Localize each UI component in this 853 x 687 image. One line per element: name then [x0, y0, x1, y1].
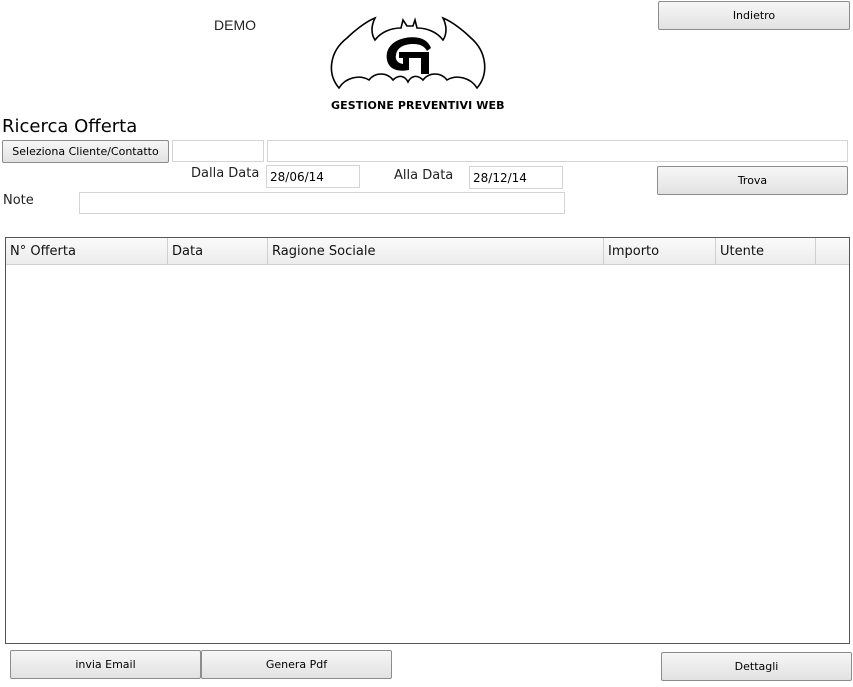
from-date-field[interactable] — [266, 165, 360, 188]
logo-caption: GESTIONE PREVENTIVI WEB — [331, 99, 505, 112]
back-button[interactable]: Indietro — [658, 1, 850, 30]
details-button[interactable]: Dettagli — [661, 652, 852, 681]
column-header-user[interactable]: Utente — [716, 238, 816, 264]
from-date-label: Dalla Data — [191, 166, 260, 181]
table-header: N° Offerta Data Ragione Sociale Importo … — [6, 238, 849, 265]
client-code-field[interactable] — [172, 140, 264, 162]
to-date-label: Alla Data — [394, 168, 454, 183]
demo-label: DEMO — [214, 17, 256, 33]
column-header-company-name[interactable]: Ragione Sociale — [268, 238, 604, 264]
find-button[interactable]: Trova — [657, 166, 848, 195]
select-client-button[interactable]: Seleziona Cliente/Contatto — [2, 140, 169, 163]
client-name-field[interactable] — [267, 140, 848, 162]
send-email-button[interactable]: invia Email — [10, 650, 201, 679]
column-header-filler — [816, 238, 849, 264]
results-table[interactable]: N° Offerta Data Ragione Sociale Importo … — [5, 237, 850, 644]
to-date-field[interactable] — [469, 166, 563, 189]
page-title: Ricerca Offerta — [2, 116, 138, 137]
logo — [325, 14, 491, 96]
column-header-offer-number[interactable]: N° Offerta — [6, 238, 168, 264]
bat-logo-icon — [330, 16, 486, 90]
table-body — [6, 265, 849, 643]
column-header-amount[interactable]: Importo — [604, 238, 716, 264]
notes-field[interactable] — [79, 192, 565, 214]
column-header-date[interactable]: Data — [168, 238, 268, 264]
notes-label: Note — [3, 193, 34, 208]
generate-pdf-button[interactable]: Genera Pdf — [201, 650, 392, 679]
